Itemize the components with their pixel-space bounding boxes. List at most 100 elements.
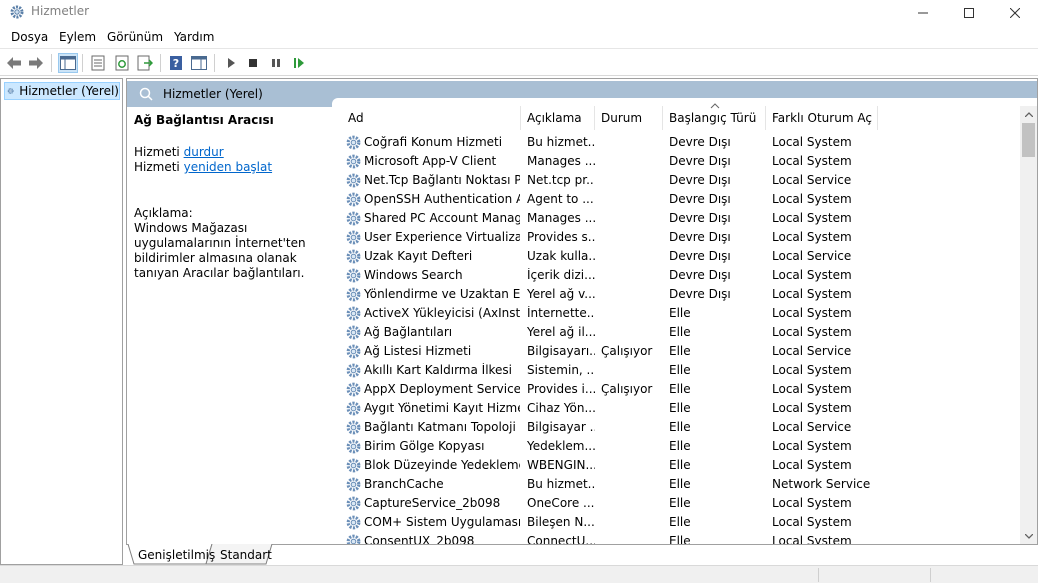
cell-startup-type: Elle xyxy=(669,458,691,472)
services-gear-icon xyxy=(10,5,24,19)
cell-log-on-as: Local System xyxy=(772,325,852,339)
cell-name: Akıllı Kart Kaldırma İlkesi xyxy=(364,363,513,377)
menu-dosya[interactable]: Dosya xyxy=(11,30,48,44)
cell-name: Aygıt Yönetimi Kayıt Hizmeti xyxy=(364,401,520,415)
cell-description: Yedeklem... xyxy=(527,439,595,453)
sort-ascending-icon xyxy=(710,103,720,109)
properties-icon xyxy=(91,55,105,71)
help-button[interactable]: ? xyxy=(166,53,186,73)
cell-status: Çalışıyor xyxy=(601,344,653,358)
cell-startup-type: Elle xyxy=(669,401,691,415)
cell-startup-type: Elle xyxy=(669,325,691,339)
show-hide-button[interactable] xyxy=(189,53,209,73)
table-row[interactable]: Net.Tcp Bağlantı Noktası Pa... Net.tcp pr… xyxy=(332,171,1022,190)
cell-name: Coğrafi Konum Hizmeti xyxy=(364,135,503,149)
tree-item-label: Hizmetler (Yerel) xyxy=(19,84,119,98)
pause-service-button[interactable] xyxy=(266,53,286,73)
scroll-up-button[interactable] xyxy=(1020,106,1037,123)
cell-log-on-as: Local System xyxy=(772,268,852,282)
service-gear-icon xyxy=(346,344,361,359)
description-text: Windows Mağazası uygulamalarının İnterne… xyxy=(134,221,306,280)
title-bar: Hizmetler xyxy=(0,0,1038,26)
toolbar: ? xyxy=(0,48,1038,76)
service-gear-icon xyxy=(346,154,361,169)
table-row[interactable]: Coğrafi Konum Hizmeti Bu hizmet... Devre D… xyxy=(332,133,1022,152)
table-row[interactable]: BranchCache Bu hizmet... Elle Network Servi… xyxy=(332,475,1022,494)
maximize-button[interactable] xyxy=(946,0,992,26)
cell-description: Bileşen N... xyxy=(527,515,595,529)
menu-eylem[interactable]: Eylem xyxy=(59,30,96,44)
scroll-thumb[interactable] xyxy=(1022,123,1035,157)
stop-service-button[interactable] xyxy=(243,53,263,73)
minimize-button[interactable] xyxy=(900,0,946,26)
table-row[interactable]: Blok Düzeyinde Yedekleme ... WBENGIN... El… xyxy=(332,456,1022,475)
cell-startup-type: Devre Dışı xyxy=(669,268,731,282)
cell-description: İçerik dizi... xyxy=(527,268,595,282)
column-header-description[interactable]: Açıklama xyxy=(521,106,595,130)
cell-name: Ağ Bağlantıları xyxy=(364,325,453,339)
console-tree-button[interactable] xyxy=(58,53,78,73)
table-row[interactable]: ActiveX Yükleyicisi (AxInstSV) İnternette… xyxy=(332,304,1022,323)
cell-name: Net.Tcp Bağlantı Noktası Pa... xyxy=(364,173,520,187)
cell-log-on-as: Local System xyxy=(772,211,852,225)
cell-startup-type: Elle xyxy=(669,496,691,510)
table-row[interactable]: OpenSSH Authentication A... Agent to ... D… xyxy=(332,190,1022,209)
start-service-button[interactable] xyxy=(221,53,241,73)
service-gear-icon xyxy=(346,477,361,492)
table-row[interactable]: Bağlantı Katmanı Topoloji B... Bilgisayar… xyxy=(332,418,1022,437)
table-row[interactable]: Akıllı Kart Kaldırma İlkesi Sistemin, ...… xyxy=(332,361,1022,380)
table-row[interactable]: AppX Deployment Service (... Provides i..… xyxy=(332,380,1022,399)
stop-service-link[interactable]: durdur xyxy=(184,145,224,159)
resume-service-button[interactable] xyxy=(289,53,309,73)
table-row[interactable]: User Experience Virtualizatio... Provides… xyxy=(332,228,1022,247)
cell-log-on-as: Local Service xyxy=(772,420,852,434)
table-row[interactable]: Ağ Bağlantıları Yerel ağ il... Elle Local S… xyxy=(332,323,1022,342)
cell-description: Agent to ... xyxy=(527,192,594,206)
forward-button[interactable] xyxy=(26,53,46,73)
table-row[interactable]: CaptureService_2b098 OneCore ... Elle Local… xyxy=(332,494,1022,513)
column-header-status[interactable]: Durum xyxy=(595,106,663,130)
export-list-button[interactable] xyxy=(135,53,155,73)
table-row[interactable]: Uzak Kayıt Defteri Uzak kulla... Devre Dış… xyxy=(332,247,1022,266)
table-row[interactable]: Aygıt Yönetimi Kayıt Hizmeti Cihaz Yön...… xyxy=(332,399,1022,418)
back-button[interactable] xyxy=(4,53,24,73)
vertical-scrollbar[interactable] xyxy=(1020,106,1037,545)
column-header-log-on-as[interactable]: Farklı Oturum Aç xyxy=(766,106,878,130)
refresh-button[interactable] xyxy=(112,53,132,73)
service-gear-icon xyxy=(346,420,361,435)
service-gear-icon xyxy=(346,458,361,473)
menu-gorunum[interactable]: Görünüm xyxy=(107,30,163,44)
cell-name: Windows Search xyxy=(364,268,463,282)
table-row[interactable]: Yönlendirme ve Uzaktan Eri... Yerel ağ v.… xyxy=(332,285,1022,304)
scroll-down-button[interactable] xyxy=(1020,528,1037,545)
restart-service-link[interactable]: yeniden başlat xyxy=(184,160,272,174)
cell-startup-type: Elle xyxy=(669,439,691,453)
cell-description: Net.tcp pr... xyxy=(527,173,595,187)
service-gear-icon xyxy=(346,401,361,416)
restart-prefix: Hizmeti xyxy=(134,160,180,174)
close-button[interactable] xyxy=(992,0,1038,26)
service-gear-icon xyxy=(346,268,361,283)
cell-log-on-as: Local System xyxy=(772,515,852,529)
cell-name: Shared PC Account Manager xyxy=(364,211,520,225)
table-row[interactable]: COM+ Sistem Uygulaması Bileşen N... Elle Lo… xyxy=(332,513,1022,532)
column-header-startup-type[interactable]: Başlangıç Türü xyxy=(663,106,766,130)
table-row[interactable]: Windows Search İçerik dizi... Devre Dışı Lo… xyxy=(332,266,1022,285)
column-header-name[interactable]: Ad xyxy=(342,106,521,130)
description-label: Açıklama: xyxy=(134,206,193,220)
cell-startup-type: Devre Dışı xyxy=(669,249,731,263)
tab-standard[interactable]: Standart xyxy=(220,545,272,565)
table-row[interactable]: Ağ Listesi Hizmeti Bilgisayarı... Çalışıyo… xyxy=(332,342,1022,361)
menu-yardim[interactable]: Yardım xyxy=(174,30,214,44)
tree-item-services-local[interactable]: Hizmetler (Yerel) xyxy=(4,82,120,100)
table-row[interactable]: Birim Gölge Kopyası Yedeklem... Elle Local … xyxy=(332,437,1022,456)
cell-description: Bilgisayar ... xyxy=(527,420,595,434)
table-row[interactable]: Microsoft App-V Client Manages ... Devre D… xyxy=(332,152,1022,171)
service-gear-icon xyxy=(346,135,361,150)
properties-button[interactable] xyxy=(88,53,108,73)
cell-startup-type: Elle xyxy=(669,363,691,377)
tab-extended[interactable]: Genişletilmiş xyxy=(138,545,215,565)
table-row[interactable]: Shared PC Account Manager Manages ... Devr… xyxy=(332,209,1022,228)
cell-name: AppX Deployment Service (... xyxy=(364,382,520,396)
chevron-down-icon xyxy=(1024,534,1033,539)
